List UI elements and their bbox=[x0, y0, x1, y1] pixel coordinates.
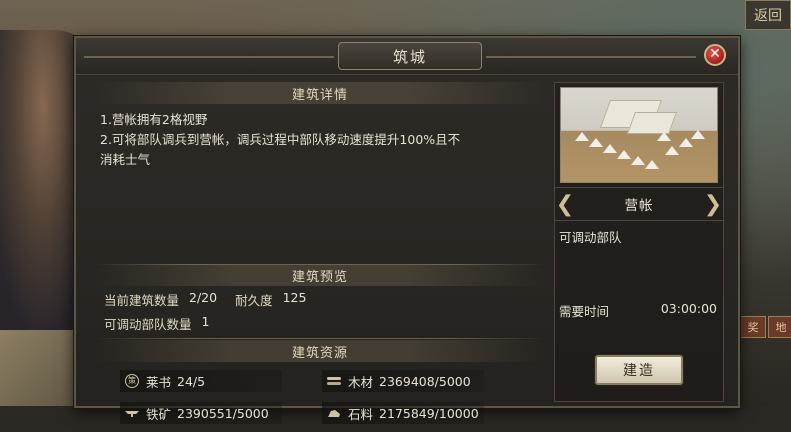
durability-value: 125 bbox=[282, 290, 307, 305]
details-text: 1.营帐拥有2格视野 2.可将部队调兵到营帐，调兵过程中部队移动速度提升100%… bbox=[100, 110, 540, 170]
resource-grid: 策 莱书 24/5 木材 2369408/5000 铁矿 2390551/500… bbox=[120, 370, 520, 432]
build-dialog: 筑城 ✕ 建筑详情 1.营帐拥有2格视野 2.可将部队调兵到营帐，调兵过程中部队… bbox=[74, 36, 740, 424]
wood-icon bbox=[326, 374, 342, 388]
resource-label: 铁矿 bbox=[146, 406, 172, 422]
building-name: 营帐 bbox=[624, 198, 654, 214]
resource-value: 2369408/5000 bbox=[379, 373, 471, 389]
resource-label: 莱书 bbox=[146, 374, 172, 390]
building-info-panel: 建筑详情 1.营帐拥有2格视野 2.可将部队调兵到营帐，调兵过程中部队移动速度提… bbox=[94, 82, 546, 424]
time-label: 需要时间 bbox=[559, 304, 610, 319]
iron-icon bbox=[124, 406, 140, 420]
resources-title: 建筑资源 bbox=[291, 345, 348, 361]
details-line-2: 2.可将部队调兵到营帐，调兵过程中部队移动速度提升100%且不 bbox=[100, 132, 461, 147]
building-card: ❮ 营帐 ❯ 可调动部队 需要时间 03:00:00 建造 bbox=[554, 82, 724, 402]
troops-label: 可调动部队数量 bbox=[104, 317, 192, 332]
troops-value: 1 bbox=[201, 314, 210, 329]
time-value: 03:00:00 bbox=[660, 301, 717, 316]
durability-label: 耐久度 bbox=[235, 293, 273, 308]
seal-icon: 策 bbox=[124, 374, 140, 388]
next-building-button[interactable]: ❯ bbox=[703, 190, 723, 218]
header-ornament-right bbox=[486, 56, 696, 58]
building-preview-image bbox=[560, 87, 718, 183]
resource-label: 木材 bbox=[348, 374, 374, 390]
building-selector: ❮ 营帐 ❯ bbox=[555, 187, 723, 221]
building-effect: 可调动部队 bbox=[559, 230, 622, 245]
count-row: 当前建筑数量 2/20 耐久度 125 bbox=[104, 290, 306, 309]
resource-label: 石料 bbox=[348, 406, 374, 422]
dialog-header: 筑城 ✕ bbox=[76, 38, 738, 75]
troops-row: 可调动部队数量 1 bbox=[104, 314, 209, 333]
close-button[interactable]: ✕ bbox=[704, 44, 726, 66]
count-value: 2/20 bbox=[189, 290, 218, 305]
count-label: 当前建筑数量 bbox=[104, 293, 180, 308]
resource-value: 24/5 bbox=[177, 373, 206, 389]
dialog-title: 筑城 bbox=[392, 47, 427, 66]
preview-title: 建筑预览 bbox=[291, 269, 348, 285]
resource-item-seal: 策 莱书 24/5 bbox=[120, 370, 282, 392]
side-tag-map[interactable]: 地 bbox=[768, 316, 791, 338]
side-tag-reward[interactable]: 奖 bbox=[740, 316, 766, 338]
resource-item-wood: 木材 2369408/5000 bbox=[322, 370, 484, 392]
preview-header: 建筑预览 bbox=[94, 264, 546, 286]
details-line-3: 消耗士气 bbox=[100, 152, 151, 167]
resource-value: 2175849/10000 bbox=[379, 405, 479, 421]
resource-item-iron: 铁矿 2390551/5000 bbox=[120, 402, 282, 424]
details-header: 建筑详情 bbox=[94, 82, 546, 104]
details-line-1: 1.营帐拥有2格视野 bbox=[100, 112, 208, 127]
divider bbox=[94, 338, 546, 339]
build-button[interactable]: 建造 bbox=[595, 355, 683, 385]
details-title: 建筑详情 bbox=[291, 87, 348, 103]
resources-header: 建筑资源 bbox=[94, 340, 546, 362]
resource-value: 2390551/5000 bbox=[177, 405, 269, 421]
stone-icon bbox=[326, 406, 342, 420]
prev-building-button[interactable]: ❮ bbox=[555, 190, 575, 218]
resource-item-stone: 石料 2175849/10000 bbox=[322, 402, 484, 424]
return-button[interactable]: 返回 bbox=[745, 0, 791, 30]
build-time-row: 需要时间 03:00:00 bbox=[559, 301, 717, 320]
title-plate: 筑城 bbox=[338, 42, 482, 70]
header-ornament-left bbox=[84, 56, 334, 58]
